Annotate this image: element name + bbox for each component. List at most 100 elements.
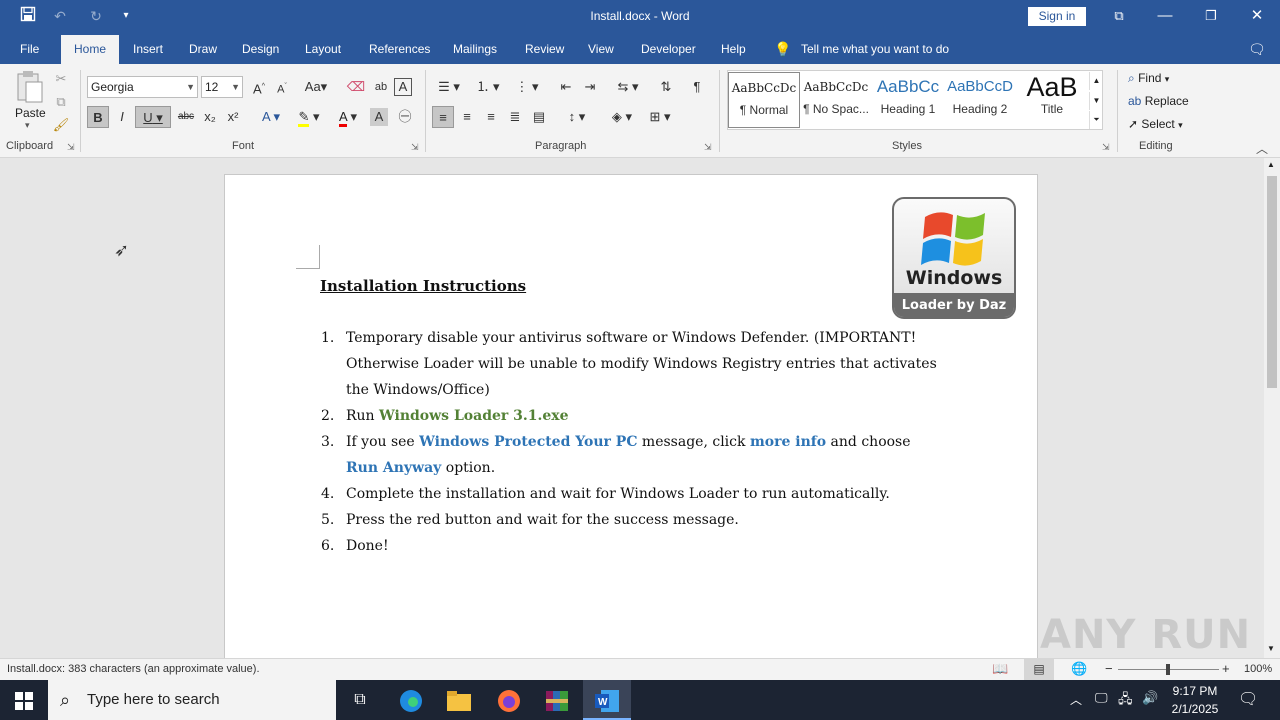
highlight-color-icon[interactable]: ✎ ▾ [292,106,326,128]
paste-button[interactable]: Paste [15,106,46,120]
sign-in-button[interactable]: Sign in [1028,7,1086,26]
ribbon-display-options-icon[interactable]: ⧉ [1096,0,1142,32]
grow-font-icon[interactable]: A^ [248,76,270,98]
align-right-icon[interactable]: ≡ [480,106,502,128]
bullets-icon[interactable]: ☰ ▾ [432,76,466,98]
vertical-scrollbar[interactable]: ▲ ▼ [1264,158,1280,658]
tab-view[interactable]: View [588,32,614,64]
minimize-button[interactable]: — [1142,0,1188,32]
device-icon[interactable]: 🖵 [1095,690,1108,706]
tab-developer[interactable]: Developer [641,32,696,64]
phonetic-guide-icon[interactable]: ab [370,76,392,98]
paste-icon[interactable] [14,70,46,106]
zoom-in-button[interactable]: + [1222,661,1230,676]
start-button[interactable] [0,680,48,720]
clipboard-launcher-icon[interactable]: ⇲ [67,142,75,153]
format-painter-icon[interactable]: 🖌 [50,114,72,136]
tab-layout[interactable]: Layout [305,32,341,64]
line-spacing-icon[interactable]: ↕ ▾ [560,106,594,128]
multilevel-list-icon[interactable]: ⋮ ▾ [510,76,544,98]
tab-draw[interactable]: Draw [189,32,217,64]
notifications-icon[interactable]: 🗨 [1238,689,1258,709]
text-effects-icon[interactable]: A ▾ [255,106,287,128]
style-heading-1[interactable]: AaBbCc Heading 1 [872,72,944,128]
scroll-thumb[interactable] [1267,176,1277,388]
clear-formatting-icon[interactable]: ⌫ [345,76,367,98]
font-family-select[interactable]: Georgia ▼ [87,76,198,98]
increase-indent-icon[interactable]: ⇥ [579,76,601,98]
show-formatting-marks-icon[interactable]: ¶ [686,76,708,98]
style-title[interactable]: AaB Title [1016,72,1088,128]
enclose-characters-icon[interactable]: ㊀ [394,106,416,128]
align-left-icon[interactable]: ≡ [432,106,454,128]
comments-icon[interactable]: 🗨 [1248,32,1266,64]
shading-icon[interactable]: ◈ ▾ [605,106,639,128]
tab-insert[interactable]: Insert [133,32,163,64]
select-button[interactable]: ➚ Select ▾ [1128,114,1183,134]
style-no-spacing[interactable]: AaBbCcDc ¶ No Spac... [800,72,872,128]
clock-time[interactable]: 9:17 PM [1166,684,1224,698]
close-button[interactable]: ✕ [1234,0,1280,32]
justify-icon[interactable]: ≣ [504,106,526,128]
tab-review[interactable]: Review [525,32,564,64]
character-shading-icon[interactable]: A [370,108,388,126]
font-color-icon[interactable]: A ▾ [332,106,364,128]
cut-icon[interactable]: ✂ [50,68,72,90]
bold-button[interactable]: B [87,106,109,128]
tab-help[interactable]: Help [721,32,746,64]
read-mode-icon[interactable]: 📖 [992,661,1008,677]
character-border-icon[interactable]: A [394,78,412,96]
tab-references[interactable]: References [369,32,430,64]
task-view-icon[interactable]: ⧉ [336,680,384,720]
font-launcher-icon[interactable]: ⇲ [411,142,419,153]
tell-me-search[interactable]: Tell me what you want to do [801,32,949,64]
find-button[interactable]: ⌕ Find ▾ [1128,68,1169,88]
scroll-up-icon[interactable]: ▲ [1267,160,1275,169]
collapse-ribbon-icon[interactable]: ︿ [1256,140,1268,157]
change-case-icon[interactable]: Aa▾ [301,76,331,98]
tab-home[interactable]: Home [61,35,119,64]
scroll-down-icon[interactable]: ▼ [1267,644,1275,653]
replace-button[interactable]: ab Replace [1128,91,1189,111]
file-explorer-icon[interactable] [435,680,483,720]
asian-layout-icon[interactable]: ⇆ ▾ [611,76,645,98]
zoom-level[interactable]: 100% [1244,663,1272,675]
clock-date[interactable]: 2/1/2025 [1166,702,1224,716]
print-layout-icon[interactable]: ▤ [1024,659,1054,680]
show-hidden-icons-icon[interactable]: ︿ [1070,691,1082,708]
subscript-button[interactable]: x₂ [199,106,221,128]
distributed-icon[interactable]: ▤ [528,106,550,128]
style-normal[interactable]: AaBbCcDc ¶ Normal [728,72,800,128]
document-page[interactable]: Installation Instructions Windows Loader… [224,174,1038,658]
zoom-slider-thumb[interactable] [1166,664,1170,675]
zoom-out-button[interactable]: − [1105,661,1113,676]
strikethrough-button[interactable]: abc [175,106,197,128]
taskbar-search-box[interactable]: ⌕ Type here to search [48,680,336,720]
word-taskbar-icon[interactable]: W [583,680,631,720]
edge-icon[interactable] [387,680,435,720]
web-layout-icon[interactable]: 🌐 [1071,661,1087,677]
italic-button[interactable]: I [111,106,133,128]
network-icon[interactable]: 🖧 [1118,690,1133,712]
decrease-indent-icon[interactable]: ⇤ [555,76,577,98]
align-center-icon[interactable]: ≡ [456,106,478,128]
styles-launcher-icon[interactable]: ⇲ [1102,142,1110,153]
numbering-icon[interactable]: ⒈ ▾ [471,76,505,98]
tab-file[interactable]: File [20,32,39,64]
superscript-button[interactable]: x² [222,106,244,128]
firefox-icon[interactable] [485,680,533,720]
tab-mailings[interactable]: Mailings [453,32,497,64]
style-heading-2[interactable]: AaBbCcD Heading 2 [944,72,1016,128]
tab-design[interactable]: Design [242,32,279,64]
styles-scroll-down-icon[interactable]: ▼ [1089,92,1103,110]
borders-icon[interactable]: ⊞ ▾ [643,106,677,128]
paragraph-launcher-icon[interactable]: ⇲ [704,142,712,153]
paste-dropdown-icon[interactable]: ▾ [25,120,30,131]
shrink-font-icon[interactable]: Aˇ [271,76,293,98]
copy-icon[interactable]: ⧉ [50,91,72,113]
restore-button[interactable]: ❐ [1188,0,1234,32]
sort-icon[interactable]: ⇅ [655,76,677,98]
styles-more-icon[interactable]: ⏷ [1089,111,1103,129]
font-size-select[interactable]: 12 ▼ [201,76,243,98]
styles-scroll-up-icon[interactable]: ▲ [1089,72,1103,90]
